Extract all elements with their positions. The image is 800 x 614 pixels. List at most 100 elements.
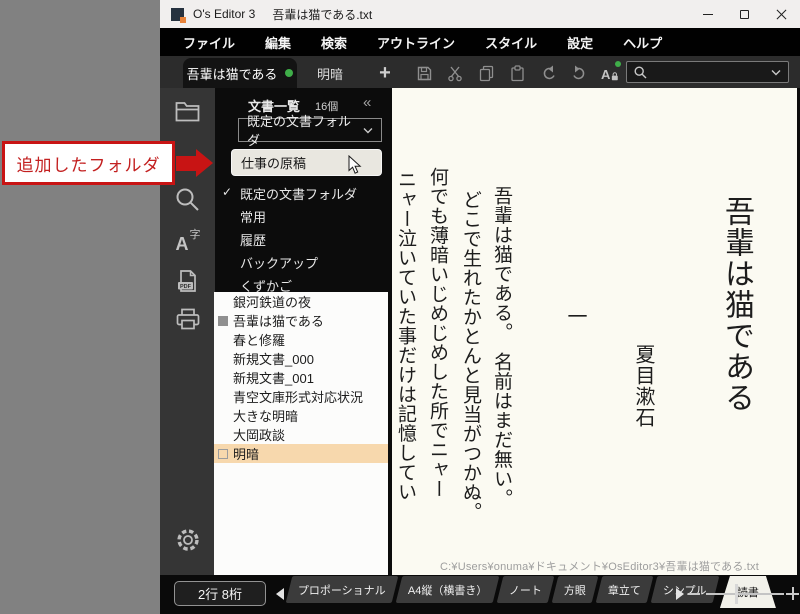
layout-tab-a4[interactable]: A4縦（横書き）: [395, 576, 499, 603]
collapse-panel-icon[interactable]: «: [363, 94, 371, 111]
search-input[interactable]: [647, 64, 771, 80]
document-tab-meian[interactable]: 明暗: [300, 58, 360, 88]
close-icon: [776, 9, 787, 20]
window-controls: [689, 0, 800, 28]
undo-icon[interactable]: [539, 64, 557, 82]
list-item[interactable]: 大きな明暗: [214, 406, 388, 425]
menu-help[interactable]: ヘルプ: [623, 33, 662, 52]
active-tab-label: 吾輩は猫である: [187, 64, 278, 83]
annotation-arrow: [176, 156, 196, 171]
book-author: 夏目漱石: [633, 344, 653, 428]
minimize-icon: [703, 14, 713, 15]
search-sidebar-icon[interactable]: [160, 186, 215, 213]
list-item[interactable]: 吾輩は猫である: [214, 311, 388, 330]
cut-icon[interactable]: [446, 64, 464, 82]
save-icon[interactable]: [415, 64, 433, 82]
dropdown-item-history[interactable]: 履歴: [215, 228, 388, 251]
statusbar: 2行 8桁 プロポーショナル A4縦（横書き） ノート 方眼 章立て シンプル …: [160, 575, 800, 614]
reader-page: 吾輩は猫である 夏目漱石 一 吾輩は猫である。 名前はまだ無い。 どこで生れたか…: [392, 88, 797, 575]
list-item[interactable]: 大岡政談: [214, 425, 388, 444]
close-button[interactable]: [763, 0, 800, 28]
idle-tab-label: 明暗: [317, 64, 343, 83]
body-column-1: 吾輩は猫である。 名前はまだ無い。: [492, 186, 511, 508]
annotation-label: 追加したフォルダ: [17, 151, 161, 176]
copy-icon[interactable]: [477, 64, 495, 82]
settings-gear-icon[interactable]: [160, 526, 215, 554]
tabbar: 吾輩は猫である 明暗 +: [160, 56, 800, 88]
chevron-down-icon[interactable]: [771, 69, 781, 76]
maximize-button[interactable]: [726, 0, 763, 28]
check-icon: ✓: [222, 185, 232, 199]
open-document-marker-icon: [218, 316, 228, 326]
proofread-status-dot: [615, 61, 621, 67]
minimize-button[interactable]: [689, 0, 726, 28]
menu-file[interactable]: ファイル: [183, 33, 235, 52]
list-item[interactable]: 青空文庫形式対応状況: [214, 387, 388, 406]
plus-icon: +: [379, 62, 391, 85]
list-item[interactable]: 新規文書_001: [214, 368, 388, 387]
document-list: 銀河鉄道の夜 吾輩は猫である 春と修羅 新規文書_000 新規文書_001 青空…: [214, 292, 388, 575]
search-box: [626, 61, 789, 83]
chevron-down-icon: [363, 127, 373, 134]
layout-tabs: プロポーショナル A4縦（横書き） ノート 方眼 章立て シンプル 読書: [289, 576, 776, 608]
new-tab-button[interactable]: +: [372, 58, 398, 88]
redo-icon[interactable]: [570, 64, 588, 82]
zoom-slider-track[interactable]: [706, 593, 784, 595]
menu-style[interactable]: スタイル: [485, 33, 537, 52]
book-title: 吾輩は猫である: [721, 196, 751, 413]
toolbar: A: [415, 58, 619, 88]
titlebar: O's Editor 3 吾輩は猫である.txt: [160, 0, 800, 28]
layout-tab-note[interactable]: ノート: [497, 576, 555, 603]
layout-tab-grid[interactable]: 方眼: [552, 576, 599, 603]
list-item[interactable]: 新規文書_000: [214, 349, 388, 368]
mouse-cursor-icon: [348, 155, 363, 175]
font-icon[interactable]: A 字: [160, 229, 215, 255]
dropdown-item-common[interactable]: 常用: [215, 205, 388, 228]
app-title: O's Editor 3: [193, 7, 255, 21]
annotation-arrow-head: [196, 149, 213, 177]
print-icon[interactable]: [160, 307, 215, 331]
menu-outline[interactable]: アウトライン: [377, 33, 455, 52]
dropdown-item-backup[interactable]: バックアップ: [215, 251, 388, 274]
zoom-in-icon[interactable]: [786, 587, 799, 600]
zoom-out-icon[interactable]: [688, 593, 700, 595]
body-column-3: 何でも薄暗いじめじめした所でニャー: [428, 167, 447, 499]
document-tab-active[interactable]: 吾輩は猫である: [183, 58, 297, 88]
zoom-slider-thumb[interactable]: [735, 584, 738, 604]
menu-edit[interactable]: 編集: [265, 33, 291, 52]
list-item[interactable]: 銀河鉄道の夜: [214, 292, 388, 311]
maximize-icon: [740, 10, 749, 19]
menubar: ファイル 編集 検索 アウトライン スタイル 設定 ヘルプ: [160, 28, 800, 56]
font-icon-letter: A: [176, 234, 189, 255]
pdf-export-icon[interactable]: PDF: [160, 269, 215, 294]
proofread-letter: A: [601, 67, 610, 82]
folder-select[interactable]: 既定の文書フォルダ: [238, 118, 382, 142]
modified-dot-icon: [285, 69, 293, 77]
menu-search[interactable]: 検索: [321, 33, 347, 52]
app-icon: [171, 8, 184, 21]
body-column-2: どこで生れたかとんと見当がつかぬ。: [461, 190, 480, 522]
titlebar-document-name: 吾輩は猫である.txt: [272, 6, 372, 23]
scroll-tabs-right-icon[interactable]: [676, 588, 684, 600]
list-item-selected[interactable]: 明暗: [214, 444, 388, 463]
paste-icon[interactable]: [508, 64, 526, 82]
app-window: O's Editor 3 吾輩は猫である.txt ファイル 編集 検索 アウトラ…: [160, 0, 800, 614]
documents-folder-icon[interactable]: [160, 100, 215, 123]
annotation-callout: 追加したフォルダ: [2, 141, 175, 185]
layout-tab-proportional[interactable]: プロポーショナル: [286, 576, 399, 603]
proofread-icon[interactable]: A: [601, 64, 619, 82]
chapter-number: 一: [565, 306, 585, 326]
dropdown-highlighted-label: 仕事の原稿: [241, 153, 306, 172]
layout-tab-simple[interactable]: シンプル: [651, 576, 719, 603]
layout-tab-reading-active[interactable]: 読書: [720, 576, 776, 608]
layout-tab-chapter[interactable]: 章立て: [596, 576, 654, 603]
menu-settings[interactable]: 設定: [567, 33, 593, 52]
body-column-4: ニャー泣いていた事だけは記憶してい: [396, 170, 415, 502]
cursor-position-button[interactable]: 2行 8桁: [174, 581, 266, 606]
list-item[interactable]: 春と修羅: [214, 330, 388, 349]
svg-text:PDF: PDF: [180, 284, 192, 290]
folder-select-value: 既定の文書フォルダ: [247, 111, 363, 149]
dropdown-item-default[interactable]: ✓ 既定の文書フォルダ: [215, 182, 388, 205]
open-document-marker-outline-icon: [218, 449, 228, 459]
scroll-tabs-left-icon[interactable]: [276, 588, 284, 600]
